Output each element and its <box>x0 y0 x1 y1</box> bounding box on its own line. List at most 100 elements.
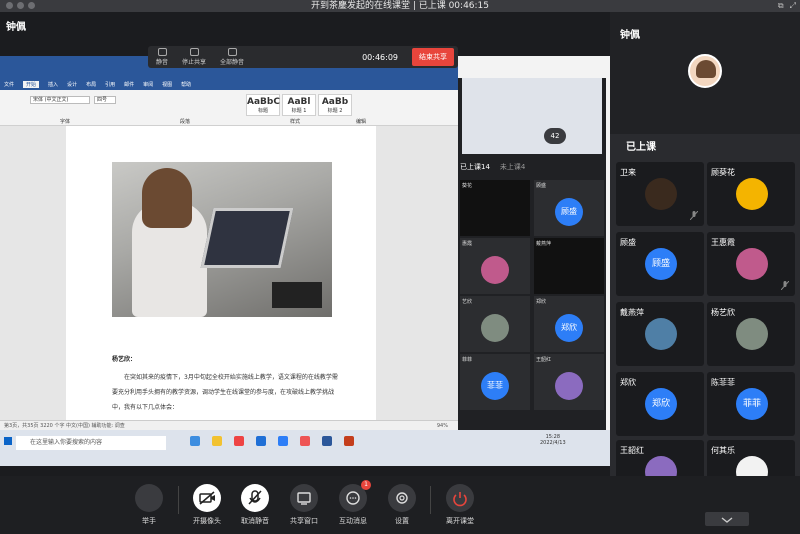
word-page: 杨艺欣： 在突如其来的疫情下，3月中旬起全校开始实施线上教学，语文课程的在线教学… <box>66 126 376 420</box>
style-normal[interactable]: AaBbC 标题 <box>246 94 280 116</box>
camera-off-icon <box>193 484 221 512</box>
share-screen-icon <box>290 484 318 512</box>
word-tab[interactable]: 插入 <box>48 81 58 88</box>
mini-tile[interactable]: 菲菲 菲菲 <box>460 354 530 410</box>
student-tile[interactable]: 顾葵花 <box>707 162 795 226</box>
mail-icon[interactable] <box>256 436 266 446</box>
app-icon[interactable] <box>300 436 310 446</box>
group-label-paragraph: 段落 <box>180 119 191 125</box>
mic-muted-icon <box>690 211 698 220</box>
mini-count-badge: 42 <box>544 128 566 144</box>
avatar <box>645 178 677 210</box>
group-label-styles: 样式 <box>290 119 301 125</box>
mic-icon <box>157 48 167 56</box>
pip-icon[interactable]: ⧉ <box>778 1 784 11</box>
word-tab[interactable]: 邮件 <box>124 81 134 88</box>
group-label-font: 字体 <box>60 119 71 125</box>
share-window-button[interactable]: 共享窗口 <box>276 484 332 526</box>
style-heading-2[interactable]: AaBb 标题 2 <box>318 94 352 116</box>
taskbar-search[interactable]: 在这里输入你要搜索的内容 <box>16 436 166 450</box>
student-tile[interactable]: 郑欣 郑欣 <box>616 372 704 436</box>
window-titlebar: 开到茶鏖发起的在线课堂 | 已上课 00:46:15 ⧉ ⤢ <box>0 0 800 12</box>
panel-collapse-button[interactable] <box>705 512 749 526</box>
word-icon[interactable] <box>322 436 332 446</box>
mini-tile[interactable]: 郑欣 郑欣 <box>534 296 604 352</box>
screen-share-area: 钟佩 文件 开始 插入 设计 布局 引用 邮件 审阅 视图 帮助 宋体 (中文正… <box>0 12 610 476</box>
mini-tile[interactable]: 艺欣 <box>460 296 530 352</box>
share-pause-button[interactable]: 停止共享 <box>182 48 206 66</box>
teacher-avatar <box>688 54 722 88</box>
presenter-name: 钟佩 <box>6 22 26 33</box>
student-tile[interactable]: 陈菲菲 菲菲 <box>707 372 795 436</box>
avatar <box>645 318 677 350</box>
group-label-editing: 编辑 <box>356 119 367 125</box>
screen-icon <box>189 48 199 56</box>
style-heading-1[interactable]: AaBl 标题 1 <box>282 94 316 116</box>
avatar: 菲菲 <box>736 388 768 420</box>
power-icon <box>446 484 474 512</box>
teacher-tile[interactable]: 钟佩 <box>610 12 800 134</box>
mini-tab-not-joined[interactable]: 未上课4 <box>500 162 525 176</box>
share-mute-button[interactable]: 静音 <box>156 48 168 66</box>
stop-share-button[interactable]: 结束共享 <box>412 48 454 66</box>
meeting-control-bar: 举手 开摄像头 取消静音 共享窗口 1 互动消息 设置 离开课堂 <box>0 476 800 534</box>
student-tile[interactable]: 王惠霞 <box>707 232 795 296</box>
word-ribbon-tabs: 文件 开始 插入 设计 布局 引用 邮件 审阅 视图 帮助 <box>0 78 458 90</box>
word-tab[interactable]: 审阅 <box>143 81 153 88</box>
word-tab-active[interactable]: 开始 <box>23 80 40 88</box>
powerpoint-icon[interactable] <box>344 436 354 446</box>
word-tab[interactable]: 引用 <box>105 81 115 88</box>
mic-muted-icon <box>781 281 789 290</box>
unmute-button[interactable]: 取消静音 <box>227 484 283 526</box>
student-tile[interactable]: 卫来 <box>616 162 704 226</box>
meeting-app-icon[interactable] <box>278 436 288 446</box>
mini-tile[interactable]: 王韶红 <box>534 354 604 410</box>
chat-icon: 1 <box>339 480 371 512</box>
font-name-select[interactable]: 宋体 (中文正文) <box>30 96 90 104</box>
windows-start-icon[interactable] <box>4 437 12 445</box>
word-tab[interactable]: 视图 <box>162 81 172 88</box>
settings-button[interactable]: 设置 <box>374 484 430 526</box>
raise-hand-button[interactable]: 举手 <box>121 484 177 526</box>
messages-button[interactable]: 1 互动消息 <box>325 480 381 526</box>
document-author: 杨艺欣： <box>112 356 137 363</box>
chevron-down-icon <box>721 517 733 523</box>
folder-icon[interactable] <box>212 436 222 446</box>
mini-tile[interactable]: 戴燕萍 <box>534 238 604 294</box>
leave-class-button[interactable]: 离开课堂 <box>432 484 488 526</box>
participants-panel: 钟佩 已上课 卫来 顾葵花 顾盛 顾盛 王惠霞 戴燕萍 杨艺欣 郑欣 郑欣 陈菲… <box>610 12 800 500</box>
document-photo <box>112 162 332 317</box>
edge-icon[interactable] <box>190 436 200 446</box>
word-tab[interactable]: 文件 <box>4 81 14 88</box>
share-timer: 00:46:09 <box>362 52 398 62</box>
word-tab[interactable]: 布局 <box>86 81 96 88</box>
share-mute-all-button[interactable]: 全部静音 <box>220 48 244 66</box>
shared-screen: 文件 开始 插入 设计 布局 引用 邮件 审阅 视图 帮助 宋体 (中文正文) … <box>0 56 610 466</box>
hand-icon <box>135 484 163 512</box>
avatar: 顾盛 <box>645 248 677 280</box>
word-ribbon: 宋体 (中文正文) 四号 AaBbC 标题 AaBl 标题 1 AaBb 标题 2 字… <box>0 90 458 126</box>
word-tab[interactable]: 设计 <box>67 81 77 88</box>
mini-tile[interactable]: 顾盛 顾盛 <box>534 180 604 236</box>
gear-icon <box>388 484 416 512</box>
mini-tab-joined[interactable]: 已上课14 <box>460 162 490 176</box>
word-status-bar: 第3页，共35页 3220 个字 中文(中国) 辅助功能: 调查 94% <box>0 420 458 430</box>
chrome-icon[interactable] <box>234 436 244 446</box>
mini-tile[interactable]: 葵花 <box>460 180 530 236</box>
student-tile[interactable]: 顾盛 顾盛 <box>616 232 704 296</box>
unread-badge: 1 <box>361 480 371 490</box>
share-toolbar: 静音 停止共享 全部静音 00:46:09 结束共享 <box>148 46 458 68</box>
mini-share-thumbnail[interactable] <box>462 78 602 154</box>
word-tab[interactable]: 帮助 <box>181 81 191 88</box>
student-tile[interactable]: 戴燕萍 <box>616 302 704 366</box>
windows-taskbar: 在这里输入你要搜索的内容 15:28 2022/4/13 <box>0 430 610 466</box>
teacher-name: 钟佩 <box>620 30 640 41</box>
word-status-text: 第3页，共35页 3220 个字 中文(中国) 辅助功能: 调查 <box>4 423 125 429</box>
mini-meeting-window: 42 已上课14 未上课4 葵花 顾盛 顾盛 惠霞 戴燕萍 艺欣 郑欣 郑欣 菲菲菲… <box>458 78 606 430</box>
avatar <box>736 318 768 350</box>
mini-tile[interactable]: 惠霞 <box>460 238 530 294</box>
taskbar-clock[interactable]: 15:28 2022/4/13 <box>540 434 566 446</box>
font-size-select[interactable]: 四号 <box>94 96 116 104</box>
student-tile[interactable]: 杨艺欣 <box>707 302 795 366</box>
fullscreen-icon[interactable]: ⤢ <box>790 1 796 11</box>
